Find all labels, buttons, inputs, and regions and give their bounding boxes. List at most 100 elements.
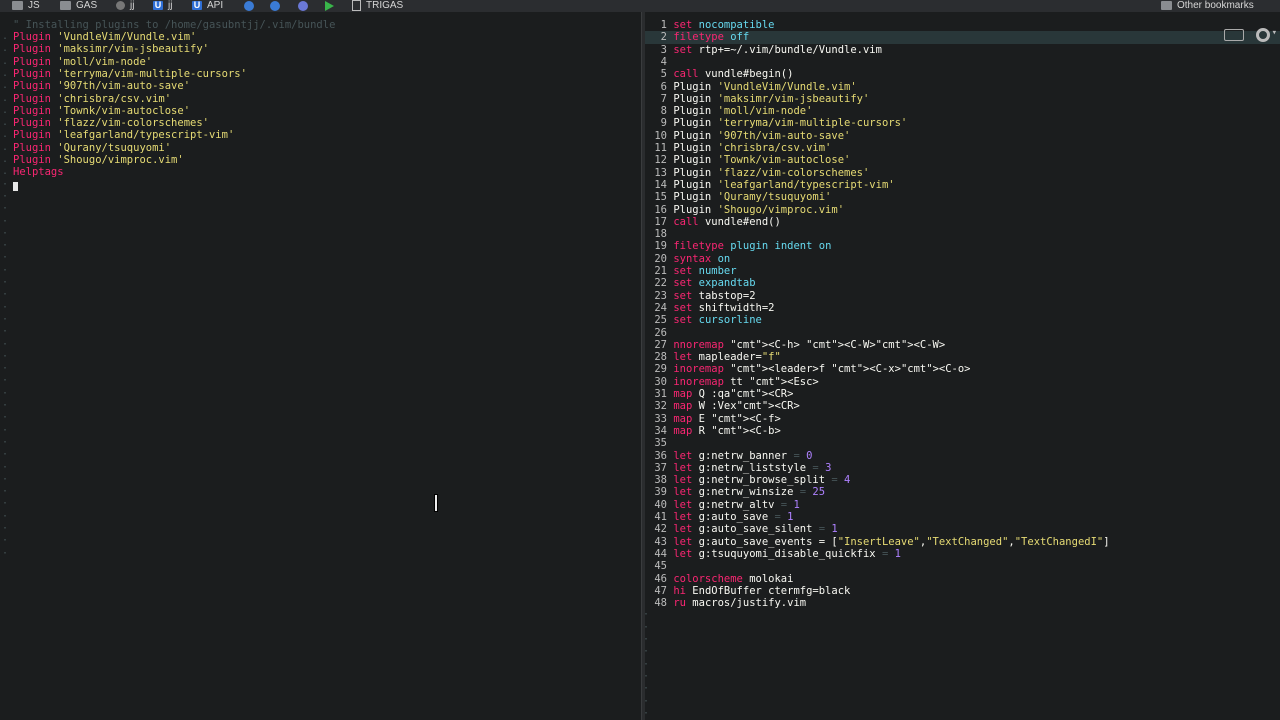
doc-icon — [352, 0, 361, 11]
line-marker: · — [643, 707, 650, 719]
line-marker: · — [2, 289, 9, 301]
code-line[interactable]: 31 map Q :qa"cmt"><CR> — [645, 388, 1280, 400]
code-line[interactable]: 16 Plugin 'Shougo/vimproc.vim' — [645, 204, 1280, 216]
code-text: map E "cmt"><C-f> — [673, 412, 781, 425]
line-number: 4 — [660, 55, 667, 68]
bookmark-jj-1[interactable]: jj — [116, 0, 134, 12]
code-line[interactable]: 41 let g:auto_save = 1 — [645, 511, 1280, 523]
code-line[interactable]: 48 ru macros/justify.vim — [645, 597, 1280, 609]
line-number: 45 — [654, 560, 667, 573]
line-marker: · — [2, 375, 9, 387]
bookmark-app[interactable] — [244, 0, 254, 12]
bookmark-discord[interactable] — [298, 0, 308, 12]
line-marker: · — [2, 436, 9, 448]
line-number: 24 — [654, 301, 667, 314]
code-line[interactable]: 5 call vundle#begin() — [645, 68, 1280, 80]
line-number: 25 — [654, 314, 667, 327]
code-line[interactable]: 21 set number — [645, 265, 1280, 277]
code-line[interactable]: 23 set tabstop=2 — [645, 290, 1280, 302]
bookmark-call[interactable] — [270, 0, 280, 12]
code-text: map R "cmt"><C-b> — [673, 424, 781, 437]
code-text: set tabstop=2 — [673, 289, 756, 302]
code-line[interactable]: 15 Plugin 'Quramy/tsuquyomi' — [645, 191, 1280, 203]
code-line[interactable]: 17 call vundle#end() — [645, 216, 1280, 228]
code-text: set expandtab — [673, 277, 756, 290]
code-line[interactable]: 11 Plugin 'chrisbra/csv.vim' — [645, 142, 1280, 154]
code-line[interactable]: 43 let g:auto_save_events = ["InsertLeav… — [645, 536, 1280, 548]
code-line[interactable]: 40 let g:netrw_altv = 1 — [645, 499, 1280, 511]
code-line[interactable]: 19 filetype plugin indent on — [645, 240, 1280, 252]
app-icon — [244, 0, 254, 11]
code-line[interactable]: 6 Plugin 'VundleVim/Vundle.vim' — [645, 81, 1280, 93]
keyboard-icon[interactable] — [1224, 29, 1244, 41]
code-line[interactable]: 14 Plugin 'leafgarland/typescript-vim' — [645, 179, 1280, 191]
line-number: 9 — [660, 117, 667, 130]
code-line[interactable]: 24 set shiftwidth=2 — [645, 302, 1280, 314]
code-line[interactable]: 3 set rtp+=~/.vim/bundle/Vundle.vim — [645, 44, 1280, 56]
code-line[interactable]: 9 Plugin 'terryma/vim-multiple-cursors' — [645, 117, 1280, 129]
discord-icon — [298, 0, 308, 11]
code-line[interactable]: 20 syntax on — [645, 253, 1280, 265]
code-line[interactable]: 29 inoremap "cmt"><leader>f "cmt"><C-x>"… — [645, 363, 1280, 375]
code-line[interactable]: 34 map R "cmt"><C-b> — [645, 425, 1280, 437]
code-line[interactable]: 4 — [645, 56, 1280, 68]
code-line[interactable]: 39 let g:netrw_winsize = 25 — [645, 486, 1280, 498]
code-line[interactable]: 7 Plugin 'maksimr/vim-jsbeautify' — [645, 93, 1280, 105]
plugin-line: Plugin 'Qurany/tsuquyomi' — [13, 141, 172, 154]
plugin-line: Plugin '907th/vim-auto-save' — [13, 80, 191, 93]
code-line[interactable]: 1 set nocompatible — [645, 19, 1280, 31]
code-line[interactable]: 42 let g:auto_save_silent = 1 — [645, 523, 1280, 535]
code-line[interactable]: 8 Plugin 'moll/vim-node' — [645, 105, 1280, 117]
code-line[interactable]: 26 — [645, 327, 1280, 339]
bookmark-jj-2[interactable]: Ujj — [153, 0, 172, 12]
code-text: colorscheme molokai — [673, 572, 794, 585]
bookmark-play[interactable] — [325, 0, 334, 12]
line-marker: · — [2, 190, 9, 202]
gear-icon[interactable] — [1256, 28, 1277, 42]
code-line[interactable]: 33 map E "cmt"><C-f> — [645, 413, 1280, 425]
code-line[interactable]: 32 map W :Vex"cmt"><CR> — [645, 400, 1280, 412]
bookmark-api[interactable]: U API — [192, 0, 223, 12]
code-line[interactable]: 37 let g:netrw_liststyle = 3 — [645, 462, 1280, 474]
bookmark-js[interactable]: JS — [12, 0, 40, 12]
line-number: 15 — [654, 191, 667, 204]
code-line[interactable]: 47 hi EndOfBuffer ctermfg=black — [645, 585, 1280, 597]
code-line[interactable]: 18 — [645, 228, 1280, 240]
line-number: 16 — [654, 203, 667, 216]
code-line[interactable]: 46 colorscheme molokai — [645, 573, 1280, 585]
code-line[interactable]: 10 Plugin '907th/vim-auto-save' — [645, 130, 1280, 142]
code-line[interactable]: 25 set cursorline — [645, 314, 1280, 326]
code-line[interactable]: 13 Plugin 'flazz/vim-colorschemes' — [645, 167, 1280, 179]
line-number: 10 — [654, 129, 667, 142]
code-line[interactable]: 44 let g:tsuquyomi_disable_quickfix = 1 — [645, 548, 1280, 560]
other-bookmarks[interactable]: Other bookmarks — [1161, 0, 1254, 12]
line-marker: · — [643, 670, 650, 682]
bookmark-label: API — [207, 0, 224, 11]
line-number: 7 — [660, 92, 667, 105]
install-comment: " Installing plugins to /home/gasubntjj/… — [13, 19, 336, 31]
line-marker: · — [2, 326, 9, 338]
code-line[interactable]: 45 — [645, 560, 1280, 572]
bookmark-trigas[interactable]: TRIGAS — [352, 0, 403, 12]
code-line[interactable]: 12 Plugin 'Townk/vim-autoclose' — [645, 154, 1280, 166]
code-line[interactable]: 38 let g:netrw_browse_split = 4 — [645, 474, 1280, 486]
code-line[interactable]: 27 nnoremap "cmt"><C-h> "cmt"><C-W>"cmt"… — [645, 339, 1280, 351]
code-line[interactable]: 28 let mapleader="f" — [645, 351, 1280, 363]
helptags-line: Helptags — [13, 166, 64, 178]
bookmark-gas[interactable]: GAS — [60, 0, 97, 12]
line-number: 6 — [660, 80, 667, 93]
code-text: Plugin 'chrisbra/csv.vim' — [673, 142, 832, 154]
code-line[interactable]: 2 filetype off — [645, 31, 1280, 44]
line-marker: · — [2, 338, 9, 350]
code-line[interactable]: 36 let g:netrw_banner = 0 — [645, 450, 1280, 462]
code-line[interactable]: 35 — [645, 437, 1280, 449]
plugin-line: Plugin 'Shougo/vimproc.vim' — [13, 154, 184, 166]
line-number: 47 — [654, 584, 667, 597]
line-marker: · — [2, 240, 9, 252]
toolbar-icons — [1224, 28, 1277, 42]
code-line[interactable]: 30 inoremap tt "cmt"><Esc> — [645, 376, 1280, 388]
code-text: Plugin 'moll/vim-node' — [673, 105, 813, 118]
code-line[interactable]: 22 set expandtab — [645, 277, 1280, 289]
folder-icon — [60, 1, 71, 10]
line-marker: . — [2, 117, 9, 129]
